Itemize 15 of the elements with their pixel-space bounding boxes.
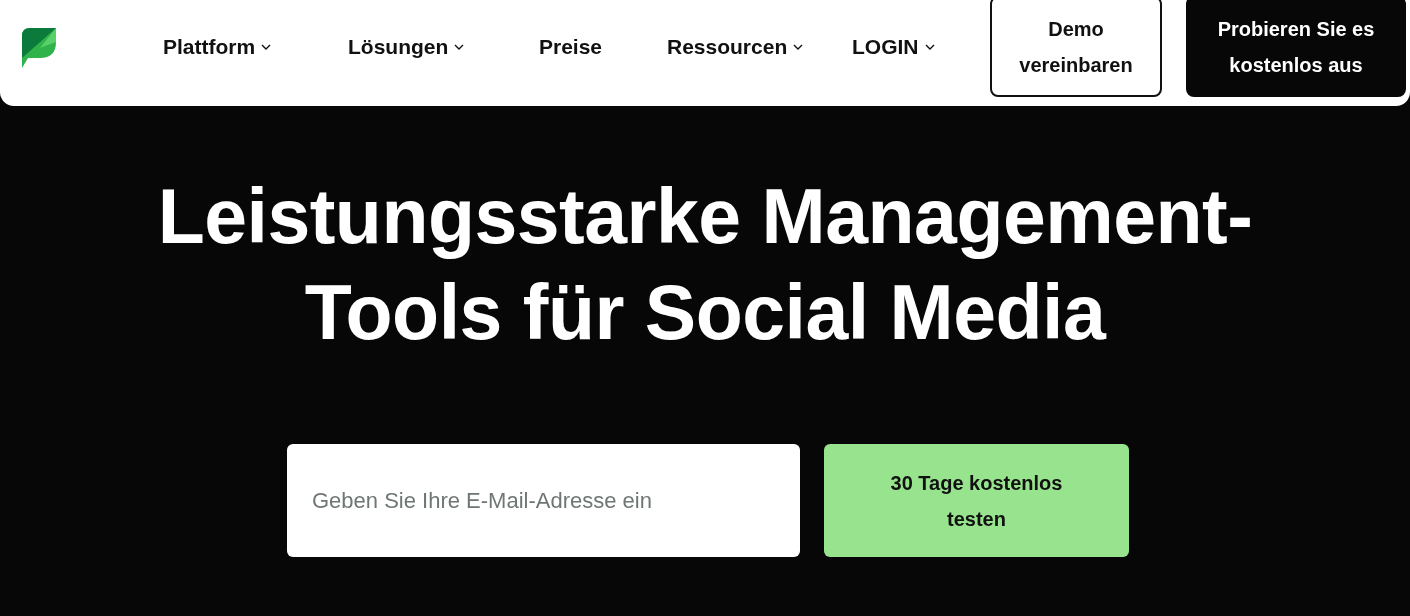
- nav-menu-item[interactable]: Lösungen: [348, 33, 539, 61]
- chevron-down-icon: [261, 44, 272, 50]
- hero-heading: Leistungsstarke Management-Tools für Social Media: [156, 172, 1254, 357]
- chevron-down-icon: [793, 44, 804, 50]
- nav-menu-item[interactable]: LOGIN: [852, 33, 952, 61]
- free-trial-button[interactable]: Probieren Sie es kostenlos aus: [1186, 0, 1406, 97]
- chevron-down-icon: [924, 44, 935, 50]
- nav-menu-item[interactable]: Plattform: [163, 33, 348, 61]
- start-trial-button[interactable]: 30 Tage kostenlos testen: [824, 444, 1129, 557]
- leaf-logo-icon[interactable]: [22, 28, 56, 70]
- demo-button[interactable]: Demo vereinbaren: [990, 0, 1162, 97]
- chevron-down-icon: [454, 44, 465, 50]
- nav-menu-item[interactable]: Preise: [539, 33, 667, 61]
- nav-menu-item[interactable]: Ressourcen: [667, 33, 852, 61]
- email-field[interactable]: Geben Sie Ihre E-Mail-Adresse ein: [287, 444, 800, 557]
